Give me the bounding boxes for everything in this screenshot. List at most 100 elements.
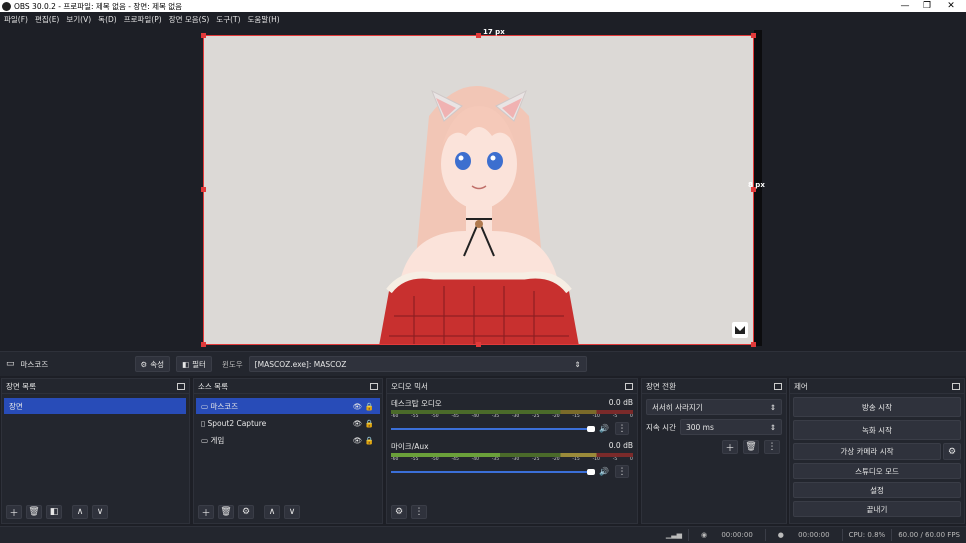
obs-logo-icon	[2, 1, 11, 11]
properties-label: 속성	[150, 359, 165, 369]
duration-value: 300 ms	[685, 422, 714, 432]
meter-scale: -60 -55 -50 -45 -40 -35 -30 -25 -20 -15 -10 -5 0	[391, 457, 633, 462]
undock-icon[interactable]	[774, 382, 782, 390]
mixer-title: 오디오 믹서	[391, 381, 428, 391]
scenes-dock: 장면 목록 장면 ＋ 🗑 ◧ ∧ ∨	[1, 378, 190, 524]
scene-filter-button[interactable]: ◧	[46, 505, 62, 519]
resize-handle-left[interactable]	[201, 187, 206, 192]
transitions-title: 장면 전환	[646, 381, 676, 391]
undock-icon[interactable]	[177, 382, 185, 390]
channel-menu-button[interactable]: ⋮	[614, 465, 629, 478]
stream-icon: ◉	[700, 531, 710, 539]
start-virtual-camera-button[interactable]: 가상 카메라 시작	[793, 443, 941, 460]
menu-help[interactable]: 도움말(H)	[248, 14, 280, 25]
menu-file[interactable]: 파일(F)	[4, 14, 28, 25]
start-streaming-button[interactable]: 방송 시작	[793, 397, 961, 417]
preview-canvas[interactable]	[203, 35, 754, 345]
undock-icon[interactable]	[952, 382, 960, 390]
menu-docks[interactable]: 독(D)	[98, 14, 117, 25]
transition-select[interactable]: 서서히 사라지기 ⇕	[646, 399, 782, 415]
exit-button[interactable]: 끝내기	[793, 501, 961, 517]
channel-db: 0.0 dB	[608, 398, 633, 407]
chevron-updown-icon: ⇕	[769, 402, 776, 412]
measure-top-label: 17 px	[483, 28, 505, 36]
resize-handle-bl[interactable]	[201, 342, 206, 347]
add-transition-button[interactable]: ＋	[722, 440, 738, 454]
mixer-channel-desktop: 데스크탑 오디오 0.0 dB	[387, 394, 637, 410]
settings-button[interactable]: 설정	[793, 482, 961, 498]
filters-button[interactable]: ◧ 필터	[176, 356, 212, 372]
controls-title: 제어	[794, 381, 808, 391]
close-icon[interactable]: ✕	[936, 0, 966, 12]
resize-handle-top[interactable]	[476, 33, 481, 38]
scene-item[interactable]: 장면	[4, 398, 186, 414]
mixer-channel-mic: 마이크/Aux 0.0 dB	[387, 435, 637, 453]
mixer-menu-button[interactable]: ⋮	[411, 505, 427, 519]
studio-mode-button[interactable]: 스튜디오 모드	[793, 463, 961, 479]
remove-scene-button[interactable]: 🗑	[26, 505, 42, 519]
volume-slider[interactable]	[391, 470, 591, 473]
remove-transition-button[interactable]: 🗑	[743, 440, 759, 454]
advanced-audio-button[interactable]: ⚙	[391, 505, 407, 519]
audio-mixer-dock: 오디오 믹서 데스크탑 오디오 0.0 dB -60 -55 -50 -45 -40 -3…	[386, 378, 638, 524]
eye-icon[interactable]: 👁	[353, 436, 363, 445]
source-item[interactable]: ▭ 게임 👁 🔒	[196, 432, 380, 448]
source-down-button[interactable]: ∨	[284, 505, 300, 519]
start-recording-button[interactable]: 녹화 시작	[793, 420, 961, 440]
scene-down-button[interactable]: ∨	[92, 505, 108, 519]
source-up-button[interactable]: ∧	[264, 505, 280, 519]
sources-title: 소스 목록	[198, 381, 228, 391]
chevron-updown-icon: ⇕	[769, 422, 776, 432]
window-label: 윈도우	[221, 359, 243, 369]
add-scene-button[interactable]: ＋	[6, 505, 22, 519]
slider-handle[interactable]	[587, 425, 595, 432]
chevron-updown-icon: ⇕	[574, 359, 581, 369]
lock-icon[interactable]: 🔒	[365, 436, 374, 445]
source-item[interactable]: ▭ 마스코즈 👁 🔒	[196, 398, 380, 414]
source-item[interactable]: ▯ Spout2 Capture 👁 🔒	[196, 415, 380, 431]
undock-icon[interactable]	[625, 382, 633, 390]
transitions-dock: 장면 전환 서서히 사라지기 ⇕ 지속 시간 300 ms ⇕ ＋ 🗑 ⋮	[641, 378, 787, 524]
speaker-icon[interactable]: 🔊	[599, 424, 609, 433]
window-select-value: [MASCOZ.exe]: MASCOZ	[254, 359, 347, 369]
resize-handle-br[interactable]	[751, 342, 756, 347]
eye-icon[interactable]: 👁	[353, 419, 363, 428]
window-select[interactable]: [MASCOZ.exe]: MASCOZ ⇕	[248, 356, 587, 372]
properties-button[interactable]: ⚙ 속성	[134, 356, 171, 372]
mascoz-logo	[732, 322, 748, 338]
channel-menu-button[interactable]: ⋮	[614, 422, 629, 435]
cpu-usage: CPU: 0.8%	[848, 531, 886, 539]
menu-tools[interactable]: 도구(T)	[216, 14, 240, 25]
lock-icon[interactable]: 🔒	[365, 419, 374, 428]
resize-handle-tl[interactable]	[201, 33, 206, 38]
record-status: ● 00:00:00	[777, 531, 830, 539]
add-source-button[interactable]: ＋	[198, 505, 214, 519]
window-titlebar: OBS 30.0.2 - 프로파일: 제목 없음 - 장면: 제목 없음 — ❐…	[0, 0, 966, 12]
resize-handle-tr[interactable]	[751, 33, 756, 38]
lock-icon[interactable]: 🔒	[365, 402, 374, 411]
volume-slider[interactable]	[391, 427, 591, 430]
source-label: 게임	[210, 435, 225, 445]
resize-handle-bottom[interactable]	[476, 342, 481, 347]
menu-view[interactable]: 보기(V)	[66, 14, 91, 25]
duration-spinbox[interactable]: 300 ms ⇕	[679, 419, 782, 435]
menu-profile[interactable]: 프로파일(P)	[124, 14, 162, 25]
slider-handle[interactable]	[587, 468, 595, 475]
source-toolbar: ▭ 마스코즈 ⚙ 속성 ◧ 필터 윈도우 [MASCOZ.exe]: MASCO…	[0, 351, 966, 376]
transition-menu-button[interactable]: ⋮	[764, 440, 780, 454]
undock-icon[interactable]	[370, 382, 378, 390]
transition-type: 서서히 사라지기	[652, 402, 703, 412]
speaker-icon[interactable]: 🔊	[599, 467, 609, 476]
scene-up-button[interactable]: ∧	[72, 505, 88, 519]
virtual-camera-settings-icon[interactable]: ⚙	[943, 443, 961, 460]
remove-source-button[interactable]: 🗑	[218, 505, 234, 519]
menu-edit[interactable]: 편집(E)	[35, 14, 59, 25]
channel-name: 마이크/Aux	[391, 442, 429, 451]
eye-icon[interactable]: 👁	[353, 402, 363, 411]
volume-meter	[391, 410, 633, 414]
source-label: Spout2 Capture	[207, 418, 267, 428]
volume-meter	[391, 453, 633, 457]
source-properties-button[interactable]: ⚙	[238, 505, 254, 519]
menu-scene-collection[interactable]: 장면 모음(S)	[169, 14, 210, 25]
stream-status: ◉ 00:00:00	[700, 531, 753, 539]
